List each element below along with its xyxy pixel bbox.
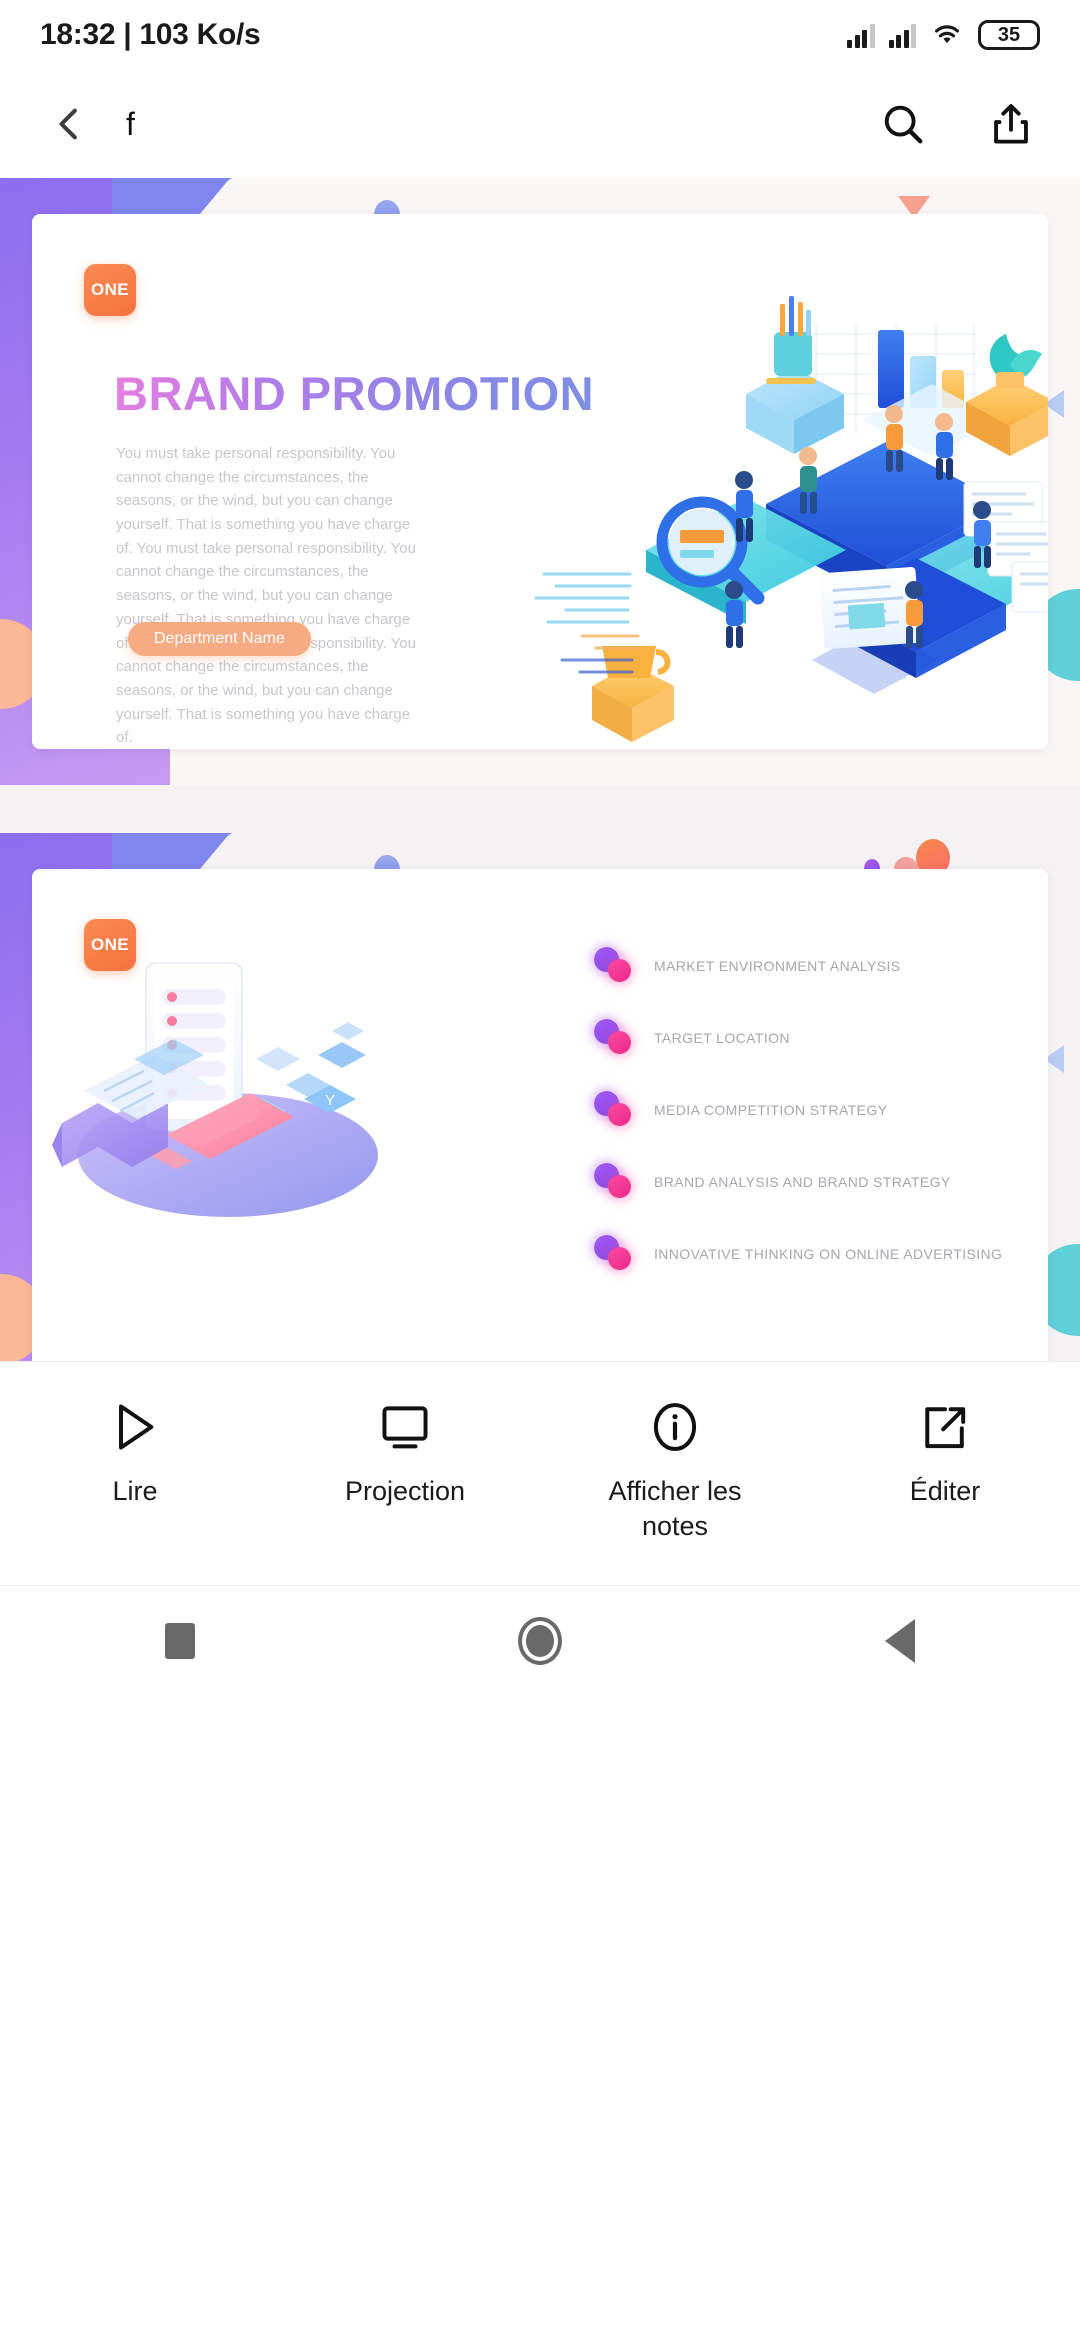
status-time-network: 18:32 | 103 Ko/s [40,18,261,51]
list-item[interactable]: MEDIA COMPETITION STRATEGY [592,1091,1002,1129]
mobile-app-illustration: Y T [42,939,402,1239]
action-projection[interactable]: Projection [300,1396,510,1509]
slides-scroll-area[interactable]: ONE BRAND PROMOTION You must take person… [0,178,1080,1361]
bottom-action-bar: Lire Projection Afficher les notes Édite… [0,1361,1080,1585]
action-editer[interactable]: Éditer [840,1396,1050,1509]
list-item-label: INNOVATIVE THINKING ON ONLINE ADVERTISIN… [654,1246,1003,1262]
status-bar: 18:32 | 103 Ko/s 35 [0,0,1080,70]
list-item-label: MARKET ENVIRONMENT ANALYSIS [654,958,901,974]
edit-square-icon [917,1396,973,1458]
list-item[interactable]: INNOVATIVE THINKING ON ONLINE ADVERTISIN… [592,1235,1002,1273]
search-icon[interactable] [870,91,936,157]
battery-icon: 35 [978,20,1040,50]
action-label: Éditer [909,1476,981,1506]
list-item[interactable]: TARGET LOCATION [592,1019,1002,1057]
svg-text:Y: Y [325,1092,335,1109]
list-item-label: BRAND ANALYSIS AND BRAND STRATEGY [654,1174,951,1190]
slide-card[interactable]: ONE Y MARKET ENVIRONMENT ANALYSIS TARGET… [32,869,1048,1361]
list-item[interactable]: BRAND ANALYSIS AND BRAND STRATEGY [592,1163,1002,1201]
wifi-icon [930,19,964,52]
slide-spacer [0,785,1080,833]
slide-body-text: You must take personal responsibility. Y… [116,445,416,747]
slide-pill-button[interactable]: Department Name [128,622,311,656]
slide-bullet-list: MARKET ENVIRONMENT ANALYSIS TARGET LOCAT… [592,947,1002,1273]
bullet-dot-icon [592,1091,636,1129]
share-icon[interactable] [978,91,1044,157]
bullet-dot-icon [592,1019,636,1057]
isometric-workspace-illustration [496,274,1048,744]
document-title: f [126,105,135,142]
android-nav-bar [0,1585,1080,1695]
back-triangle-icon[interactable] [830,1586,970,1696]
slide-thumbnail-1[interactable]: ONE BRAND PROMOTION You must take person… [0,178,1080,785]
bullet-dot-icon [592,1163,636,1201]
slide-thumbnail-2[interactable]: ONE Y MARKET ENVIRONMENT ANALYSIS TARGET… [0,833,1080,1361]
action-label: Lire [112,1476,158,1506]
person-figure [725,581,743,648]
list-item-label: MEDIA COMPETITION STRATEGY [654,1102,888,1118]
slide-badge: ONE [84,264,136,316]
signal-bars-icon [888,22,916,48]
back-chevron-icon[interactable] [36,91,102,157]
list-item-label: TARGET LOCATION [654,1030,790,1046]
status-icons: 35 [847,19,1040,52]
bullet-dot-icon [592,947,636,985]
slide-card[interactable]: ONE BRAND PROMOTION You must take person… [32,214,1048,749]
battery-level: 35 [997,23,1021,46]
home-circle-icon[interactable] [470,1586,610,1696]
play-icon [107,1396,163,1458]
monitor-icon [377,1396,433,1458]
recents-square-icon[interactable] [110,1586,250,1696]
signal-bars-icon [847,22,875,48]
list-item[interactable]: MARKET ENVIRONMENT ANALYSIS [592,947,1002,985]
action-lire[interactable]: Lire [30,1396,240,1509]
person-figure [935,413,953,480]
action-afficher-les-notes[interactable]: Afficher les notes [570,1396,780,1543]
action-label: Afficher les notes [608,1476,742,1541]
action-label: Projection [344,1476,466,1506]
bullet-dot-icon [592,1235,636,1273]
toolbar-actions [870,91,1044,157]
info-circle-icon [647,1396,703,1458]
app-toolbar: f [0,70,1080,178]
